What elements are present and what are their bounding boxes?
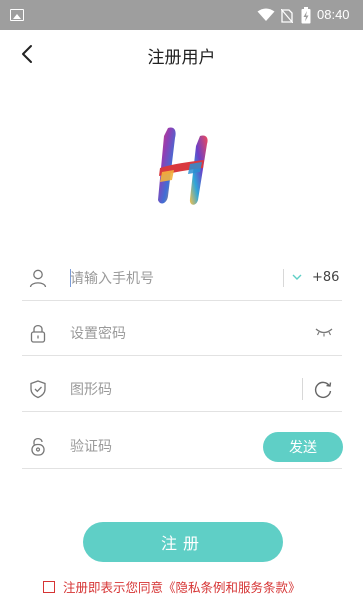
password-input[interactable] bbox=[70, 322, 270, 346]
sms-code-input[interactable] bbox=[70, 435, 270, 459]
phone-input[interactable] bbox=[70, 267, 270, 291]
battery-charging-icon bbox=[301, 7, 311, 24]
eye-closed-icon[interactable] bbox=[314, 326, 334, 338]
password-row bbox=[22, 312, 342, 356]
lock-open-icon bbox=[31, 437, 45, 456]
captcha-divider bbox=[302, 378, 303, 400]
no-sim-icon bbox=[281, 9, 293, 23]
agreement: 注册即表示您同意《隐私条例和服务条款》 bbox=[43, 577, 301, 594]
wifi-icon bbox=[257, 8, 275, 21]
user-icon bbox=[29, 269, 47, 288]
status-time: 08:40 bbox=[317, 7, 350, 22]
captcha-row bbox=[22, 368, 342, 412]
terms-link[interactable]: 《隐私条例和服务条款》 bbox=[163, 580, 301, 594]
gallery-icon bbox=[10, 9, 24, 21]
shield-icon bbox=[30, 380, 46, 399]
refresh-icon[interactable] bbox=[312, 379, 334, 401]
agreement-checkbox[interactable] bbox=[43, 581, 55, 593]
phone-row: +86 bbox=[22, 257, 342, 301]
page-title: 注册用户 bbox=[147, 48, 216, 67]
country-code-select[interactable]: +86 bbox=[284, 267, 344, 291]
register-button[interactable]: 注册 bbox=[83, 522, 283, 562]
captcha-input[interactable] bbox=[70, 378, 270, 402]
lock-icon bbox=[30, 324, 46, 343]
send-code-button[interactable]: 发送 bbox=[263, 432, 343, 462]
status-bar: 08:40 bbox=[0, 0, 363, 30]
app-logo bbox=[158, 127, 208, 205]
sms-code-row: 发送 bbox=[22, 425, 343, 469]
agreement-text: 注册即表示您同意 bbox=[63, 580, 164, 594]
chevron-down-icon bbox=[292, 274, 302, 280]
country-code: +86 bbox=[312, 270, 340, 285]
header: 注册用户 bbox=[0, 30, 363, 78]
